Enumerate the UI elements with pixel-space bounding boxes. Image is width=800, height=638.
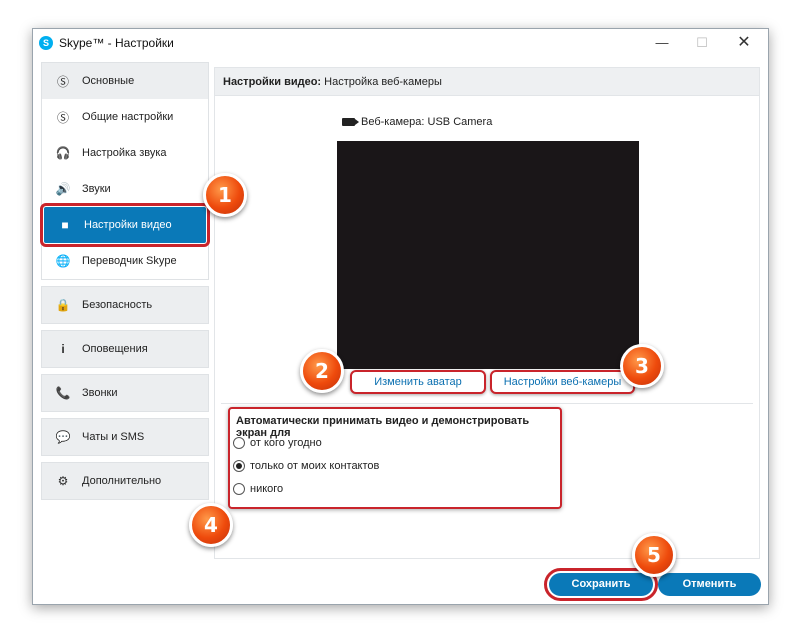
sidebar-item-label: Дополнительно	[82, 475, 162, 487]
webcam-settings-button[interactable]: Настройки веб-камеры	[490, 370, 635, 394]
save-button[interactable]: Сохранить	[544, 568, 658, 601]
radio-button[interactable]	[233, 437, 245, 449]
sidebar-group-general: Ⓢ Основные Ⓢ Общие настройки 🎧 Настройка…	[40, 62, 210, 280]
sidebar-group-advanced: ⚙ Дополнительно	[41, 462, 209, 500]
camera-icon: ■	[61, 218, 69, 232]
change-avatar-button[interactable]: Изменить аватар	[350, 370, 486, 394]
sidebar-item-security[interactable]: 🔒 Безопасность	[42, 287, 208, 323]
auto-accept-group: Автоматически принимать видео и демонстр…	[228, 407, 562, 509]
webcam-device-name: USB Camera	[427, 116, 493, 128]
lock-icon: 🔒	[55, 298, 71, 312]
webcam-label-text: Веб-камера:	[361, 116, 425, 128]
maximize-button[interactable]: ☐	[692, 33, 712, 53]
headset-icon: 🎧	[55, 146, 71, 160]
panel-header-subtitle: Настройка веб-камеры	[321, 76, 442, 88]
title-bar: S Skype™ - Настройки — ☐ ✕	[33, 29, 768, 59]
sidebar-item-label: Звонки	[82, 387, 118, 399]
minimize-button[interactable]: —	[652, 33, 672, 53]
auto-accept-title: Автоматически принимать видео и демонстр…	[236, 415, 530, 439]
window-title: Skype™ - Настройки	[59, 36, 174, 50]
settings-window: S Skype™ - Настройки — ☐ ✕ Ⓢ Основные Ⓢ …	[32, 28, 769, 605]
webcam-label: Веб-камера: USB Camera	[342, 116, 492, 128]
info-icon: i	[61, 342, 65, 356]
sidebar-item-label: Настройки видео	[84, 219, 172, 231]
sidebar-item-label: Безопасность	[82, 299, 153, 311]
step-badge-3: 3	[620, 344, 664, 388]
sidebar-item-label: Переводчик Skype	[82, 255, 177, 267]
panel-header: Настройки видео: Настройка веб-камеры	[215, 68, 759, 96]
video-settings-panel: Настройки видео: Настройка веб-камеры Ве…	[214, 67, 760, 559]
radio-label: только от моих контактов	[250, 460, 380, 472]
radio-option-contacts[interactable]: только от моих контактов	[233, 460, 379, 472]
radio-option-nobody[interactable]: никого	[233, 483, 283, 495]
sidebar-item-chats[interactable]: 💬 Чаты и SMS	[42, 419, 208, 455]
sidebar-item-label: Основные	[82, 75, 135, 87]
chat-icon: 💬	[55, 430, 71, 444]
radio-label: от кого угодно	[250, 437, 322, 449]
sidebar-item-label: Чаты и SMS	[82, 431, 145, 443]
sidebar-item-sound-settings[interactable]: 🎧 Настройка звука	[42, 135, 208, 171]
skype-icon: Ⓢ	[56, 74, 69, 89]
panel-header-section: Настройки видео:	[223, 76, 322, 88]
sidebar-group-calls: 📞 Звонки	[41, 374, 209, 412]
sidebar-item-label: Настройка звука	[82, 147, 167, 159]
sidebar-item-video-settings[interactable]: ■ Настройки видео	[40, 203, 210, 247]
sidebar-item-general-settings[interactable]: Ⓢ Общие настройки	[42, 99, 208, 135]
phone-icon: 📞	[55, 386, 71, 400]
sidebar-group-security: 🔒 Безопасность	[41, 286, 209, 324]
sidebar-item-advanced[interactable]: ⚙ Дополнительно	[42, 463, 208, 499]
globe-icon: 🌐	[55, 254, 71, 268]
close-button[interactable]: ✕	[734, 33, 754, 53]
sidebar-item-notifications[interactable]: i Оповещения	[42, 331, 208, 367]
radio-option-anyone[interactable]: от кого угодно	[233, 437, 322, 449]
step-badge-2: 2	[300, 349, 344, 393]
sidebar-item-sounds[interactable]: 🔊 Звуки	[42, 171, 208, 207]
cancel-button[interactable]: Отменить	[658, 573, 761, 596]
step-badge-5: 5	[632, 533, 676, 577]
radio-button[interactable]	[233, 483, 245, 495]
sidebar-item-general[interactable]: Ⓢ Основные	[42, 63, 208, 99]
speaker-icon: 🔊	[55, 182, 71, 196]
radio-label: никого	[250, 483, 284, 495]
sidebar-item-label: Общие настройки	[82, 111, 174, 123]
camera-icon	[342, 118, 359, 126]
webcam-preview	[337, 141, 639, 369]
divider	[221, 403, 753, 404]
settings-sidebar: Ⓢ Основные Ⓢ Общие настройки 🎧 Настройка…	[40, 62, 210, 506]
skype-icon: Ⓢ	[56, 110, 69, 125]
step-badge-4: 4	[189, 503, 233, 547]
sidebar-group-notifications: i Оповещения	[41, 330, 209, 368]
sidebar-item-translator[interactable]: 🌐 Переводчик Skype	[42, 243, 208, 279]
sidebar-item-label: Звуки	[82, 183, 111, 195]
step-badge-1: 1	[203, 173, 247, 217]
sidebar-item-label: Оповещения	[82, 343, 148, 355]
radio-button[interactable]	[233, 460, 245, 472]
sidebar-item-calls[interactable]: 📞 Звонки	[42, 375, 208, 411]
skype-icon: S	[39, 36, 53, 50]
sidebar-group-chats: 💬 Чаты и SMS	[41, 418, 209, 456]
gear-icon: ⚙	[57, 474, 69, 488]
